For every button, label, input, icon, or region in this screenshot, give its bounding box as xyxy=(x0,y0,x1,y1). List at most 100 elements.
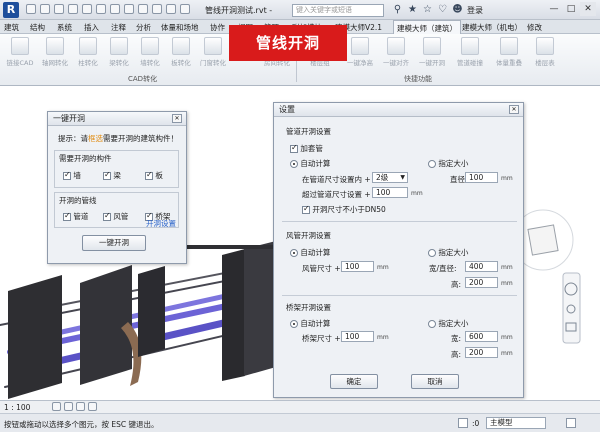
tab-insert[interactable]: 插入 xyxy=(84,22,99,33)
check-beam[interactable]: 梁 xyxy=(103,170,121,181)
tab-modeling-master-mep[interactable]: 建模大师（机电） xyxy=(462,22,522,33)
app-logo[interactable]: R xyxy=(3,2,19,18)
pipe-fixed-radio[interactable]: 指定大小 xyxy=(428,158,468,169)
pipe-auto-radio[interactable]: 自动计算 xyxy=(290,158,330,169)
model-select[interactable]: 主模型 xyxy=(486,417,546,429)
check-pipe[interactable]: 管道 xyxy=(63,211,88,222)
print-icon[interactable] xyxy=(96,4,106,14)
minimize-icon[interactable]: — xyxy=(546,2,562,16)
opening-settings-link[interactable]: 开洞设置 xyxy=(146,218,176,229)
user-icon[interactable]: ☻ xyxy=(452,4,463,15)
tray-fixed-radio[interactable]: 指定大小 xyxy=(428,318,468,329)
ok-button[interactable]: 确定 xyxy=(330,374,378,389)
duct-size-label: 风管尺寸 + xyxy=(302,264,341,273)
diameter-input[interactable]: 100 xyxy=(465,172,498,183)
search-input[interactable]: 键入关键字或短语 xyxy=(292,4,384,17)
link-cad-button[interactable]: 链接CAD xyxy=(5,37,35,67)
scale-label[interactable]: 1 : 100 xyxy=(4,403,30,412)
tab-analyze[interactable]: 分析 xyxy=(136,22,151,33)
net-height-button[interactable]: 一键净高 xyxy=(345,37,375,67)
tab-arch[interactable]: 建筑 xyxy=(4,22,19,33)
visual-style-icon[interactable] xyxy=(64,402,73,411)
divider xyxy=(282,295,517,296)
settings-close-icon[interactable]: ✕ xyxy=(509,105,519,114)
min-size-checkbox[interactable]: 开洞尺寸不小于DN50 xyxy=(302,204,386,215)
tray-width-label: 宽: xyxy=(451,334,462,343)
3d-view-icon[interactable] xyxy=(138,4,148,14)
title-bar: R 管线开洞测试.rvt - 键入关键字或短语 ⚲ ★ ☆ ♡ ☻ 登录 — □… xyxy=(0,0,600,20)
sun-path-icon[interactable] xyxy=(76,402,85,411)
floor-table-button[interactable]: 楼层表 xyxy=(530,37,560,67)
cancel-button[interactable]: 取消 xyxy=(411,374,459,389)
check-slab[interactable]: 板 xyxy=(145,170,163,181)
pipe-size-label: 在管道尺寸设置内 + xyxy=(302,175,371,184)
column-icon xyxy=(79,37,97,55)
divider xyxy=(282,221,517,222)
shadows-icon[interactable] xyxy=(88,402,97,411)
exceed-input[interactable]: 100 xyxy=(372,187,408,198)
tray-size-input[interactable]: 100 xyxy=(341,331,374,342)
favorites-icon[interactable]: ♡ xyxy=(437,4,448,15)
status-hint: 按钮或拖动以选择多个图元，按 ESC 键退出。 xyxy=(4,420,159,429)
login-link[interactable]: 登录 xyxy=(467,5,483,16)
mass-overlap-button[interactable]: 体量重叠 xyxy=(494,37,524,67)
link-cad-icon xyxy=(11,37,29,55)
wall-icon xyxy=(141,37,159,55)
sleeve-checkbox[interactable]: 加套管 xyxy=(290,143,323,154)
duct-height-input[interactable]: 200 xyxy=(465,277,498,288)
duct-fixed-radio[interactable]: 指定大小 xyxy=(428,247,468,258)
detail-level-icon[interactable] xyxy=(52,402,61,411)
tab-structure[interactable]: 结构 xyxy=(30,22,45,33)
star-icon[interactable]: ☆ xyxy=(422,4,433,15)
infocenter-icon[interactable]: ★ xyxy=(407,4,418,15)
tray-width-input[interactable]: 600 xyxy=(465,331,498,342)
tray-auto-radio[interactable]: 自动计算 xyxy=(290,318,330,329)
undo-icon[interactable] xyxy=(68,4,78,14)
one-click-dialog: 一键开洞 ✕ 提示：请框选需要开洞的建筑构件！ 需要开洞的构件 墙 梁 板 开洞… xyxy=(47,111,187,264)
exceed-label: 超过管道尺寸设置 + xyxy=(302,190,371,199)
tab-massing[interactable]: 体量和场地 xyxy=(161,22,199,33)
qat-dropdown-icon[interactable] xyxy=(180,4,190,14)
slab-convert-button[interactable]: 板转化 xyxy=(166,37,196,67)
pipe-grade-select[interactable]: 2级 ▼ xyxy=(372,172,408,183)
wall-plate-1 xyxy=(8,275,62,399)
duct-width-label: 宽/直径: xyxy=(429,264,457,273)
measure-icon[interactable] xyxy=(110,4,120,14)
align-button[interactable]: 一键对齐 xyxy=(381,37,411,67)
save-icon[interactable] xyxy=(40,4,50,14)
pipe-clash-button[interactable]: 管道碰撞 xyxy=(455,37,485,67)
group-quick: 快捷功能 xyxy=(404,75,432,83)
close-hidden-icon[interactable] xyxy=(166,4,176,14)
open-icon[interactable] xyxy=(26,4,36,14)
run-opening-button[interactable]: 一键开洞 xyxy=(82,235,146,251)
tab-modify[interactable]: 修改 xyxy=(527,22,542,33)
binoculars-icon[interactable]: ⚲ xyxy=(392,4,403,15)
check-duct[interactable]: 风管 xyxy=(103,211,128,222)
dialog-close-icon[interactable]: ✕ xyxy=(172,114,182,123)
tab-systems[interactable]: 系统 xyxy=(57,22,72,33)
view-control-bar: 1 : 100 xyxy=(0,401,600,414)
beam-convert-button[interactable]: 梁转化 xyxy=(104,37,134,67)
sync-icon[interactable] xyxy=(54,4,64,14)
maximize-icon[interactable]: □ xyxy=(563,2,579,16)
tray-height-input[interactable]: 200 xyxy=(465,347,498,358)
workset-icon[interactable] xyxy=(458,418,468,428)
text-icon[interactable] xyxy=(124,4,134,14)
redo-icon[interactable] xyxy=(82,4,92,14)
grid-convert-button[interactable]: 轴网转化 xyxy=(40,37,70,67)
tab-annotate[interactable]: 注释 xyxy=(111,22,126,33)
one-click-dialog-title: 一键开洞 xyxy=(48,112,186,126)
duct-width-input[interactable]: 400 xyxy=(465,261,498,272)
door-window-convert-button[interactable]: 门窗转化 xyxy=(198,37,228,67)
tab-collaborate[interactable]: 协作 xyxy=(210,22,225,33)
close-icon[interactable]: ✕ xyxy=(580,2,596,16)
tab-modeling-master-arch[interactable]: 建模大师（建筑） xyxy=(393,20,461,34)
filter-icon[interactable] xyxy=(566,418,576,428)
one-click-opening-button[interactable]: 一键开洞 xyxy=(417,37,447,67)
wall-convert-button[interactable]: 墙转化 xyxy=(135,37,165,67)
check-wall[interactable]: 墙 xyxy=(63,170,81,181)
column-convert-button[interactable]: 柱转化 xyxy=(73,37,103,67)
duct-size-input[interactable]: 100 xyxy=(341,261,374,272)
duct-auto-radio[interactable]: 自动计算 xyxy=(290,247,330,258)
section-icon[interactable] xyxy=(152,4,162,14)
